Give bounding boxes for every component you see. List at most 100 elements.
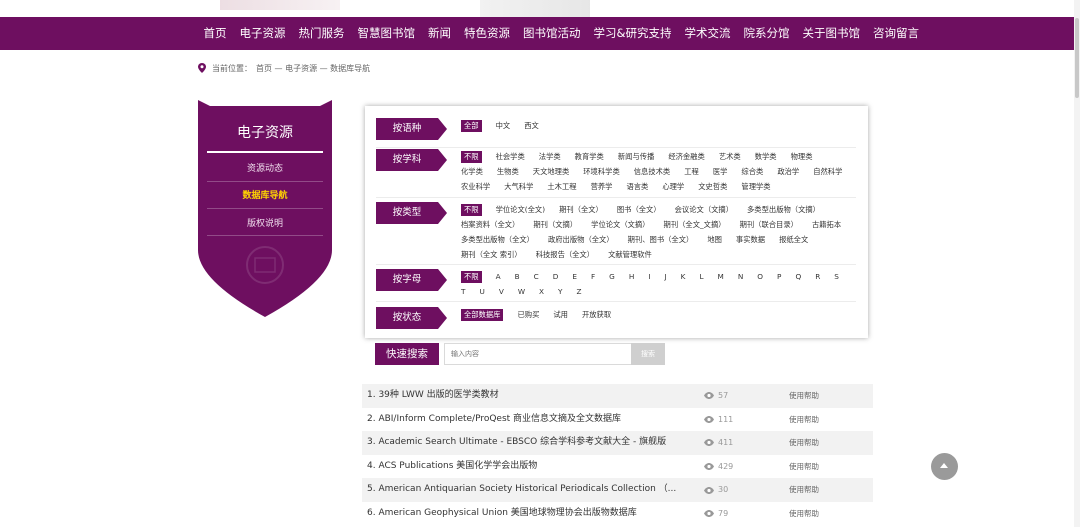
filter-option-letter[interactable]: A [496, 269, 501, 284]
filter-option-letter[interactable]: J [664, 269, 666, 284]
filter-option-letter[interactable]: N [738, 269, 743, 284]
filter-option-type[interactable]: 地图 [707, 232, 722, 247]
filter-label-language[interactable]: 按语种 [376, 118, 447, 140]
filter-option-type[interactable]: 期刊（全文_文摘） [664, 217, 726, 232]
filter-option-type[interactable]: 多类型出版物（全文） [461, 232, 534, 247]
nav-item[interactable]: 首页 [197, 17, 233, 50]
nav-item[interactable]: 热门服务 [292, 17, 351, 50]
filter-option-type[interactable]: 不限 [461, 204, 482, 216]
database-name-link[interactable]: 5. American Antiquarian Society Historic… [367, 478, 692, 502]
filter-option-type[interactable]: 学位论文（文摘） [591, 217, 649, 232]
scrollbar-thumb[interactable] [1075, 18, 1079, 98]
database-name-link[interactable]: 4. ACS Publications 美国化学学会出版物 [367, 455, 692, 479]
search-button[interactable]: 搜索 [631, 343, 665, 365]
filter-option-letter[interactable]: O [757, 269, 763, 284]
filter-option-subject[interactable]: 自然科学 [813, 164, 842, 179]
filter-option-type[interactable]: 古籍拓本 [812, 217, 841, 232]
filter-option-type[interactable]: 档案资料（全文） [461, 217, 519, 232]
filter-label-letter[interactable]: 按字母 [376, 269, 447, 291]
sidebar-item-resource-news[interactable]: 资源动态 [198, 161, 332, 174]
filter-option-subject[interactable]: 不限 [461, 151, 482, 163]
filter-option-letter[interactable]: L [699, 269, 703, 284]
filter-option-letter[interactable]: D [553, 269, 559, 284]
usage-help-link[interactable]: 使用帮助 [789, 384, 819, 408]
usage-help-link[interactable]: 使用帮助 [789, 431, 819, 455]
filter-option-language[interactable]: 中文 [496, 118, 511, 133]
database-name-link[interactable]: 1. 39种 LWW 出版的医学类教材 [367, 384, 692, 408]
filter-option-type[interactable]: 科技报告（全文） [536, 247, 594, 262]
back-to-top-button[interactable] [931, 453, 958, 480]
filter-option-letter[interactable]: E [572, 269, 577, 284]
filter-option-status[interactable]: 全部数据库 [461, 309, 504, 321]
filter-option-letter[interactable]: B [515, 269, 520, 284]
filter-option-subject[interactable]: 生物类 [497, 164, 519, 179]
filter-option-subject[interactable]: 社会学类 [496, 149, 525, 164]
filter-option-type[interactable]: 多类型出版物（文摘） [747, 202, 820, 217]
nav-item[interactable]: 咨询留言 [866, 17, 925, 50]
filter-option-letter[interactable]: I [648, 269, 650, 284]
filter-option-subject[interactable]: 物理类 [791, 149, 813, 164]
filter-option-subject[interactable]: 经济金融类 [668, 149, 704, 164]
filter-option-subject[interactable]: 艺术类 [719, 149, 741, 164]
filter-option-subject[interactable]: 教育学类 [575, 149, 604, 164]
nav-item[interactable]: 特色资源 [458, 17, 517, 50]
filter-option-letter[interactable]: Z [577, 284, 582, 299]
filter-option-letter[interactable]: H [629, 269, 635, 284]
filter-option-status[interactable]: 开放获取 [582, 307, 611, 322]
filter-option-subject[interactable]: 法学类 [539, 149, 561, 164]
filter-option-subject[interactable]: 信息技术类 [634, 164, 670, 179]
filter-option-type[interactable]: 期刊（全文） [559, 202, 603, 217]
filter-option-subject[interactable]: 数学类 [755, 149, 777, 164]
filter-option-status[interactable]: 已购买 [517, 307, 539, 322]
filter-option-letter[interactable]: X [539, 284, 544, 299]
filter-option-subject[interactable]: 综合类 [741, 164, 763, 179]
filter-option-letter[interactable]: M [718, 269, 724, 284]
filter-option-type[interactable]: 图书（全文） [617, 202, 661, 217]
filter-option-type[interactable]: 文献管理软件 [608, 247, 652, 262]
filter-option-type[interactable]: 期刊（文摘） [533, 217, 577, 232]
filter-option-subject[interactable]: 语言类 [626, 179, 648, 194]
filter-option-letter[interactable]: T [461, 284, 465, 299]
usage-help-link[interactable]: 使用帮助 [789, 408, 819, 432]
filter-option-subject[interactable]: 大气科学 [504, 179, 533, 194]
filter-option-subject[interactable]: 化学类 [461, 164, 483, 179]
filter-option-subject[interactable]: 工程 [684, 164, 699, 179]
filter-option-type[interactable]: 学位论文(全文) [496, 202, 545, 217]
filter-option-letter[interactable]: V [499, 284, 504, 299]
filter-option-subject[interactable]: 医学 [713, 164, 728, 179]
usage-help-link[interactable]: 使用帮助 [789, 478, 819, 502]
filter-option-type[interactable]: 政府出版物（全文） [548, 232, 614, 247]
filter-option-subject[interactable]: 政治学 [777, 164, 799, 179]
usage-help-link[interactable]: 使用帮助 [789, 502, 819, 526]
filter-label-status[interactable]: 按状态 [376, 307, 447, 329]
nav-item[interactable]: 新闻 [422, 17, 458, 50]
nav-item[interactable]: 图书馆活动 [517, 17, 588, 50]
breadcrumb-path[interactable]: 首页 — 电子资源 — 数据库导航 [256, 63, 370, 74]
nav-item[interactable]: 学习&研究支持 [587, 17, 678, 50]
filter-option-type[interactable]: 期刊（联合目录） [740, 217, 798, 232]
filter-option-type[interactable]: 期刊（全文 索引） [461, 247, 522, 262]
filter-label-subject[interactable]: 按学科 [376, 149, 447, 171]
filter-option-subject[interactable]: 农业科学 [461, 179, 490, 194]
filter-option-subject[interactable]: 土木工程 [547, 179, 576, 194]
filter-option-letter[interactable]: P [777, 269, 781, 284]
filter-option-type[interactable]: 报纸全文 [779, 232, 808, 247]
nav-item[interactable]: 院系分馆 [737, 17, 796, 50]
filter-option-subject[interactable]: 环境科学类 [583, 164, 619, 179]
nav-item[interactable]: 智慧图书馆 [351, 17, 422, 50]
filter-option-letter[interactable]: G [609, 269, 615, 284]
filter-option-subject[interactable]: 文史哲类 [698, 179, 727, 194]
search-input[interactable] [444, 343, 644, 365]
page-scrollbar[interactable] [1074, 0, 1080, 527]
filter-option-subject[interactable]: 新闻与传播 [618, 149, 654, 164]
filter-option-language[interactable]: 全部 [461, 120, 482, 132]
filter-option-subject[interactable]: 天文地理类 [533, 164, 569, 179]
filter-option-status[interactable]: 试用 [553, 307, 568, 322]
usage-help-link[interactable]: 使用帮助 [789, 455, 819, 479]
nav-item[interactable]: 学术交流 [678, 17, 737, 50]
nav-item[interactable]: 关于图书馆 [796, 17, 867, 50]
filter-option-letter[interactable]: W [518, 284, 525, 299]
filter-label-type[interactable]: 按类型 [376, 202, 447, 224]
database-name-link[interactable]: 2. ABI/Inform Complete/ProQest 商业信息文摘及全文… [367, 408, 692, 432]
filter-option-letter[interactable]: Q [795, 269, 801, 284]
